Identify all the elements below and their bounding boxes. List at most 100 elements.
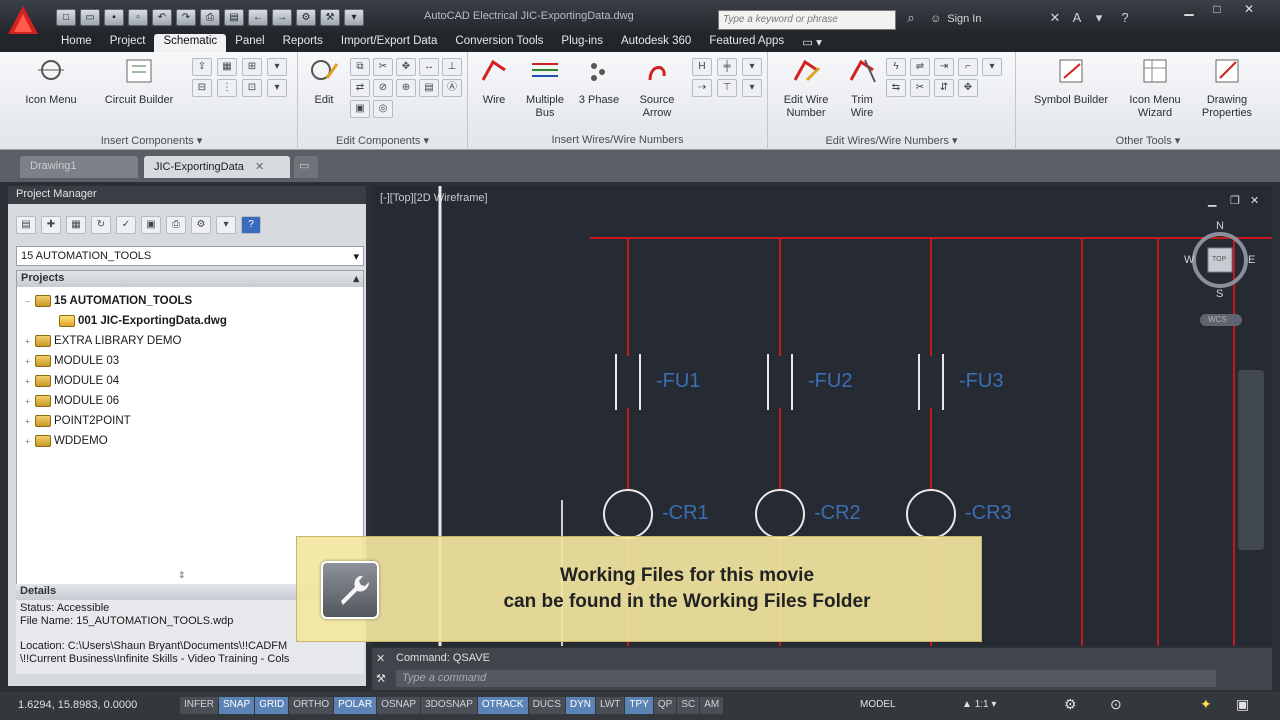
fuse-label[interactable]: -FU1	[656, 370, 700, 393]
splice-icon[interactable]: ⊡	[242, 79, 262, 97]
toggle-snap[interactable]: SNAP	[219, 697, 255, 714]
redo-icon[interactable]: ↷	[176, 9, 196, 26]
copy-component-icon[interactable]: ⧉	[350, 58, 370, 76]
tab-project[interactable]: Project	[101, 34, 155, 52]
chevron-down-icon[interactable]: ▾	[344, 9, 364, 26]
isolate-icon[interactable]: ✦	[1200, 696, 1212, 713]
move-wire-icon[interactable]: ✥	[958, 79, 978, 97]
close-icon[interactable]: ✕	[255, 161, 264, 173]
help-icon[interactable]: ?	[241, 216, 261, 234]
toggle-ducs[interactable]: DUCS	[528, 697, 565, 714]
wire-type-icon[interactable]: ϟ	[886, 58, 906, 76]
source-arrow-button[interactable]: Source Arrow	[632, 56, 682, 120]
new-drawing-icon[interactable]: ▦	[66, 216, 86, 234]
user-table-icon[interactable]: ▤	[419, 79, 439, 97]
delete-component-icon[interactable]: ✂	[373, 58, 393, 76]
close-icon[interactable]: ✕	[376, 652, 385, 665]
ladder-icon[interactable]: ╪	[717, 58, 737, 76]
expand-icon[interactable]: +	[23, 437, 32, 446]
scoot-icon[interactable]: ↔	[419, 58, 439, 76]
tree-item-extra-library-demo[interactable]: + EXTRA LIBRARY DEMO	[23, 333, 181, 349]
align-icon[interactable]: ⊥	[442, 58, 462, 76]
toggle-3dosnap[interactable]: 3DOSNAP	[421, 697, 477, 714]
plot-project-icon[interactable]: ⎙	[166, 216, 186, 234]
check-icon[interactable]: ✓	[116, 216, 136, 234]
project-select[interactable]: 15 AUTOMATION_TOOLS ▾	[16, 246, 364, 266]
compass-north[interactable]: N	[1216, 220, 1224, 232]
save-icon[interactable]: ▪	[104, 9, 124, 26]
refresh-icon[interactable]: ↻	[91, 216, 111, 234]
tree-item-module-03[interactable]: + MODULE 03	[23, 353, 119, 369]
icon-menu-wizard-button[interactable]: Icon Menu Wizard	[1120, 56, 1190, 120]
drawing-properties-button[interactable]: Drawing Properties	[1196, 56, 1258, 120]
command-input[interactable]: Type a command	[396, 670, 1216, 687]
forward-icon[interactable]: →	[272, 9, 292, 26]
multiple-bus-button[interactable]: Multiple Bus	[520, 56, 570, 120]
annotation-scale[interactable]: ▲ 1:1 ▾	[962, 699, 996, 710]
ribbon-options-icon[interactable]: ▭ ▾	[793, 34, 831, 52]
tab-panel[interactable]: Panel	[226, 34, 273, 52]
swap-icon[interactable]: ⇄	[350, 79, 370, 97]
wcs-menu[interactable]: WCS	[1208, 315, 1227, 324]
wire-number-icon[interactable]: H	[692, 58, 712, 76]
multiple-insert-icon[interactable]: ⊞	[242, 58, 262, 76]
sign-in-button[interactable]: ☺ Sign In	[930, 13, 981, 25]
panel-title[interactable]: Insert Wires/Wire Numbers	[468, 134, 767, 148]
toggle-ortho[interactable]: ORTHO	[289, 697, 334, 714]
chevron-down-icon[interactable]: ▾	[742, 79, 762, 97]
help-icon[interactable]: ?	[1116, 10, 1134, 28]
insert-component-icon[interactable]: ⇪	[192, 58, 212, 76]
projects-header[interactable]: Projects ▴	[17, 271, 363, 287]
tree-item-point2point[interactable]: + POINT2POINT	[23, 413, 131, 429]
retag-icon[interactable]: ⊕	[396, 79, 416, 97]
search-input[interactable]: Type a keyword or phrase	[718, 10, 896, 30]
model-space-button[interactable]: MODEL	[860, 699, 896, 710]
fuse-label[interactable]: -FU3	[959, 370, 1003, 393]
project-tasks-icon[interactable]: ▣	[141, 216, 161, 234]
trim-wire-button[interactable]: Trim Wire	[842, 56, 882, 120]
expand-icon[interactable]: +	[23, 397, 32, 406]
new-tab-icon[interactable]: ▭	[294, 156, 318, 178]
toggle-tpy[interactable]: TPY	[625, 697, 653, 714]
toggle-otrack[interactable]: OTRACK	[477, 697, 528, 714]
toggle-dyn[interactable]: DYN	[565, 697, 596, 714]
bend-wire-icon[interactable]: ⌐	[958, 58, 978, 76]
relay-label[interactable]: -CR3	[965, 502, 1012, 525]
doc-tab-drawing1[interactable]: Drawing1	[20, 156, 138, 178]
settings-icon[interactable]: ⚙	[191, 216, 211, 234]
fullscreen-icon[interactable]: ▣	[1236, 696, 1249, 713]
tab-autodesk-360[interactable]: Autodesk 360	[612, 34, 700, 52]
toggle-sc[interactable]: SC	[677, 697, 700, 714]
back-icon[interactable]: ←	[248, 9, 268, 26]
attribute-icon[interactable]: Ⓐ	[442, 79, 462, 97]
connector-icon[interactable]: ⋮	[217, 79, 237, 97]
chevron-down-icon[interactable]: ▾	[1090, 10, 1108, 28]
splitter-handle[interactable]: ⇕	[178, 570, 186, 581]
delete-wire-icon[interactable]: ✂	[910, 79, 930, 97]
panel-title[interactable]: Edit Wires/Wire Numbers ▾	[768, 134, 1015, 148]
change-wire-icon[interactable]: ⇌	[910, 58, 930, 76]
relay-label[interactable]: -CR1	[662, 502, 709, 525]
panel-title[interactable]: Edit Components ▾	[298, 134, 467, 148]
compass-west[interactable]: W	[1184, 254, 1194, 266]
edit-wire-number-button[interactable]: Edit Wire Number	[774, 56, 838, 120]
open-project-icon[interactable]: ▤	[16, 216, 36, 234]
panel-list-icon[interactable]: ▾	[267, 58, 287, 76]
tree-item-module-06[interactable]: + MODULE 06	[23, 393, 119, 409]
toggle-polar[interactable]: POLAR	[334, 697, 377, 714]
collapse-icon[interactable]: −	[23, 297, 32, 306]
workspace-icon[interactable]: ⚙	[1064, 696, 1077, 713]
wire-gap-icon[interactable]: ⇢	[692, 79, 712, 97]
tree-item-drawing-001[interactable]: 001 JIC-ExportingData.dwg	[59, 313, 227, 329]
maximize-button[interactable]: □	[1204, 2, 1230, 18]
open-icon[interactable]: ▭	[80, 9, 100, 26]
expand-icon[interactable]: +	[23, 417, 32, 426]
tab-schematic[interactable]: Schematic	[154, 34, 227, 52]
save-as-icon[interactable]: ▫	[128, 9, 148, 26]
cross-reference-icon[interactable]: ⊤	[717, 79, 737, 97]
tools-icon[interactable]: ⚒	[320, 9, 340, 26]
tree-item-15-automation-tools[interactable]: − 15 AUTOMATION_TOOLS	[23, 293, 192, 309]
new-project-icon[interactable]: ✚	[41, 216, 61, 234]
icon-menu-button[interactable]: Icon Menu	[16, 56, 86, 107]
symbol-builder-button[interactable]: Symbol Builder	[1028, 56, 1114, 107]
